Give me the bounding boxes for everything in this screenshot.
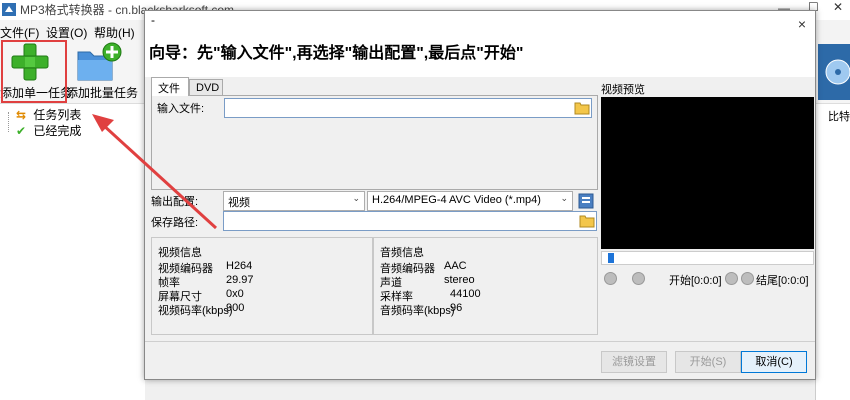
tab-file[interactable]: 文件 [151,77,189,96]
app-window: MP3格式转换器 - cn.blacksharksoft.com — ☐ ✕ 文… [0,0,850,400]
arrow-annotation [92,114,218,230]
